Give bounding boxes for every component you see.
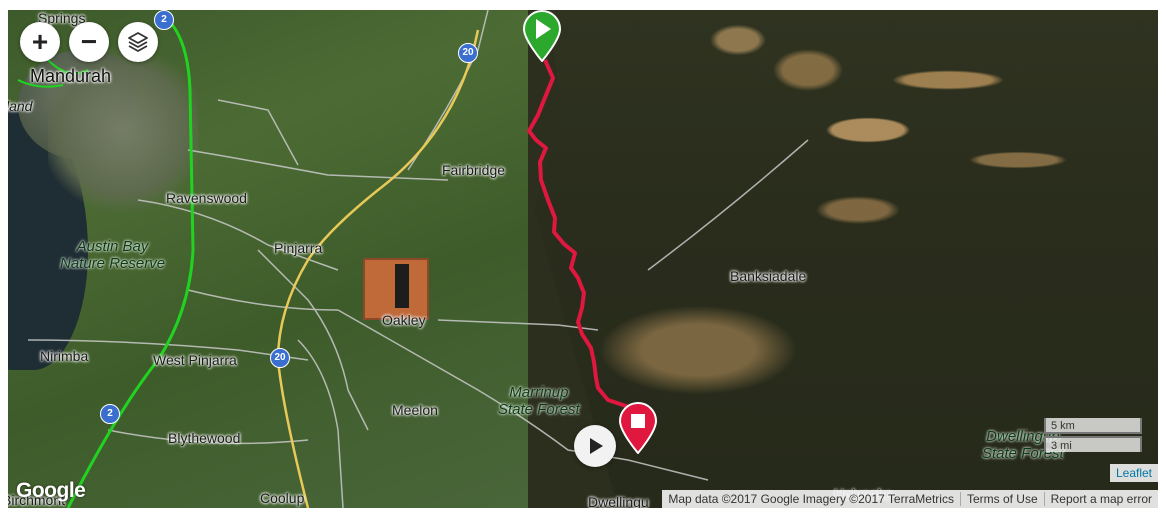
zoom-out-button[interactable]: − bbox=[69, 22, 109, 62]
ride-route bbox=[527, 59, 638, 417]
route-2-shield-north: 2 bbox=[154, 10, 174, 30]
zoom-in-button[interactable]: + bbox=[20, 22, 60, 62]
park-marrinup-line2: State Forest bbox=[498, 401, 580, 418]
scale-km: 5 km bbox=[1044, 418, 1142, 434]
park-austin-bay: Austin Bay Nature Reserve bbox=[60, 238, 165, 272]
park-marrinup: Marrinup State Forest bbox=[498, 384, 580, 418]
place-fairbridge: Fairbridge bbox=[442, 162, 506, 178]
place-oakley: Oakley bbox=[382, 312, 426, 328]
place-west-pinjarra: West Pinjarra bbox=[153, 352, 237, 368]
highway-20 bbox=[276, 29, 480, 508]
park-austin-bay-line2: Nature Reserve bbox=[60, 255, 166, 272]
park-marrinup-line1: Marrinup bbox=[509, 384, 569, 401]
zoom-out-label: − bbox=[80, 26, 98, 57]
leaflet-link[interactable]: Leaflet bbox=[1109, 464, 1158, 482]
google-logo: Google bbox=[16, 479, 86, 502]
attribution-bar: Map data ©2017 Google Imagery ©2017 Terr… bbox=[662, 490, 1158, 508]
place-ravenswood: Ravenswood bbox=[166, 190, 247, 206]
place-coolup: Coolup bbox=[260, 490, 305, 506]
map-scale: 5 km 3 mi bbox=[1044, 418, 1142, 452]
scale-mi: 3 mi bbox=[1044, 436, 1142, 452]
play-icon bbox=[590, 438, 603, 454]
map-canvas[interactable]: Springs Mandurah land Ravenswood Fairbri… bbox=[8, 10, 1158, 508]
zoom-in-label: + bbox=[31, 26, 49, 57]
place-land-fragment: land bbox=[8, 98, 33, 114]
park-austin-bay-line1: Austin Bay bbox=[76, 238, 149, 255]
layers-button[interactable] bbox=[118, 22, 158, 62]
end-marker[interactable] bbox=[618, 402, 658, 455]
start-pin-icon bbox=[522, 10, 562, 63]
place-pinjarra: Pinjarra bbox=[274, 240, 323, 256]
report-error-link[interactable]: Report a map error bbox=[1043, 492, 1158, 506]
layers-icon bbox=[128, 32, 148, 52]
place-meelon: Meelon bbox=[392, 402, 438, 418]
place-mandurah: Mandurah bbox=[30, 66, 112, 86]
place-blythewood: Blythewood bbox=[168, 430, 241, 446]
finish-pin-icon bbox=[618, 402, 658, 455]
map-data-attribution: Map data ©2017 Google Imagery ©2017 Terr… bbox=[668, 492, 954, 506]
place-banksiadale: Banksiadale bbox=[730, 268, 807, 284]
play-button[interactable] bbox=[574, 425, 616, 467]
route-20-shield-north: 20 bbox=[458, 43, 478, 63]
terms-link[interactable]: Terms of Use bbox=[959, 492, 1044, 506]
place-nirimba: Nirimba bbox=[40, 348, 89, 364]
place-dwellingup-town: Dwellingu bbox=[588, 494, 649, 508]
route-20-shield-south: 20 bbox=[270, 348, 290, 368]
route-2-shield-south: 2 bbox=[100, 404, 120, 424]
start-marker[interactable] bbox=[522, 10, 562, 63]
